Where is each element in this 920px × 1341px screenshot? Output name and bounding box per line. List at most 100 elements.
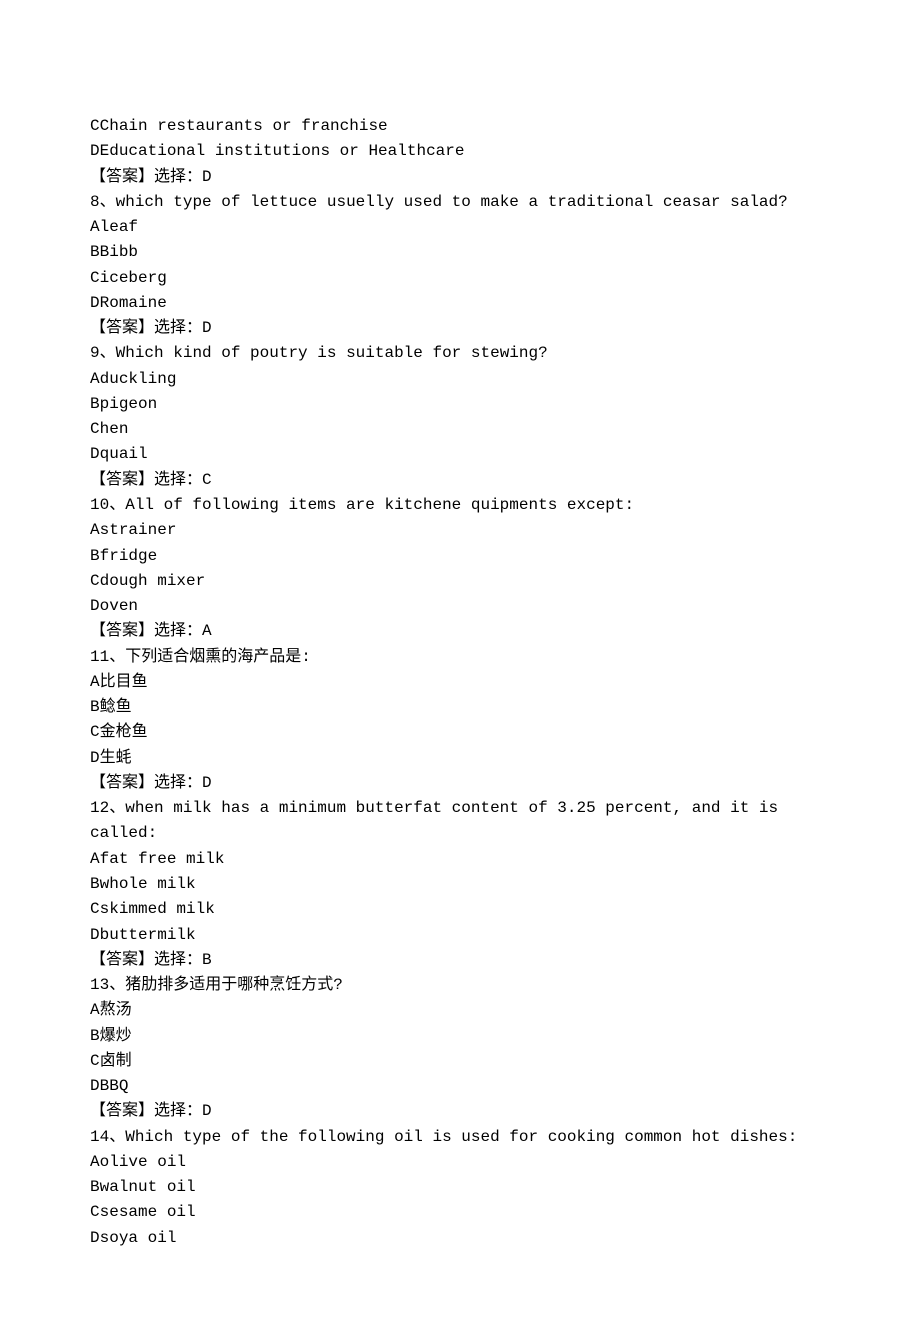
answer-value: B	[202, 951, 212, 969]
answer-value: D	[202, 1102, 212, 1120]
option-letter: A	[90, 850, 100, 868]
option-text: duckling	[100, 370, 177, 388]
question-text: 猪肋排多适用于哪种烹饪方式?	[125, 976, 343, 994]
question-number: 11	[90, 648, 109, 666]
option-text: fat free milk	[100, 850, 225, 868]
question-separator: 、	[109, 799, 125, 817]
option-line: Bwhole milk	[90, 872, 830, 897]
option-letter: A	[90, 673, 100, 691]
option-letter: A	[90, 1153, 100, 1171]
answer-value: D	[202, 319, 212, 337]
option-text: BBQ	[100, 1077, 129, 1095]
option-text: 比目鱼	[100, 673, 148, 691]
option-line: Bwalnut oil	[90, 1175, 830, 1200]
question-number: 13	[90, 976, 109, 994]
option-text: leaf	[100, 218, 138, 236]
answer-label: 【答案】选择：	[90, 1102, 202, 1120]
option-letter: C	[90, 269, 100, 287]
option-line: B爆炒	[90, 1024, 830, 1049]
answer-value: D	[202, 168, 212, 186]
option-letter: D	[90, 597, 100, 615]
option-line: Bfridge	[90, 544, 830, 569]
question-separator: 、	[109, 496, 125, 514]
option-letter: C	[90, 572, 100, 590]
option-text: Educational institutions or Healthcare	[100, 142, 465, 160]
answer-value: D	[202, 774, 212, 792]
option-line: Afat free milk	[90, 847, 830, 872]
answer-line: 【答案】选择：C	[90, 468, 830, 493]
option-text: oven	[100, 597, 138, 615]
option-text: 卤制	[100, 1052, 132, 1070]
answer-line: 【答案】选择：D	[90, 771, 830, 796]
option-line: A比目鱼	[90, 670, 830, 695]
answer-line: 【答案】选择：A	[90, 619, 830, 644]
question-text: 下列适合烟熏的海产品是:	[125, 648, 311, 666]
option-letter: D	[90, 749, 100, 767]
option-letter: C	[90, 723, 100, 741]
option-letter: C	[90, 1052, 100, 1070]
question-separator: 、	[100, 193, 116, 211]
option-text: pigeon	[100, 395, 158, 413]
option-line: D生蚝	[90, 746, 830, 771]
option-line: A熬汤	[90, 998, 830, 1023]
question-separator: 、	[109, 976, 125, 994]
option-text: 生蚝	[100, 749, 132, 767]
document-page: CChain restaurants or franchiseDEducatio…	[0, 0, 920, 1341]
option-text: whole milk	[100, 875, 196, 893]
option-text: Bibb	[100, 243, 138, 261]
option-letter: D	[90, 445, 100, 463]
option-line: Chen	[90, 417, 830, 442]
option-letter: C	[90, 1203, 100, 1221]
option-line: Cdough mixer	[90, 569, 830, 594]
option-letter: B	[90, 243, 100, 261]
option-letter: B	[90, 1178, 100, 1196]
option-text: Romaine	[100, 294, 167, 312]
option-text: 熬汤	[100, 1001, 132, 1019]
question-separator: 、	[100, 344, 116, 362]
option-text: dough mixer	[100, 572, 206, 590]
question-text: when milk has a minimum butterfat conten…	[90, 799, 788, 842]
option-line: Aleaf	[90, 215, 830, 240]
question-stem: 13、猪肋排多适用于哪种烹饪方式?	[90, 973, 830, 998]
question-text: Which kind of poutry is suitable for ste…	[116, 344, 548, 362]
option-line: CChain restaurants or franchise	[90, 114, 830, 139]
answer-value: C	[202, 471, 212, 489]
option-line: DRomaine	[90, 291, 830, 316]
option-line: C卤制	[90, 1049, 830, 1074]
answer-label: 【答案】选择：	[90, 774, 202, 792]
option-text: iceberg	[100, 269, 167, 287]
question-number: 10	[90, 496, 109, 514]
option-line: Csesame oil	[90, 1200, 830, 1225]
option-line: Bpigeon	[90, 392, 830, 417]
option-text: fridge	[100, 547, 158, 565]
question-stem: 14、Which type of the following oil is us…	[90, 1125, 830, 1150]
option-line: B鲶鱼	[90, 695, 830, 720]
option-line: BBibb	[90, 240, 830, 265]
option-letter: B	[90, 395, 100, 413]
question-stem: 11、下列适合烟熏的海产品是:	[90, 645, 830, 670]
option-letter: C	[90, 900, 100, 918]
option-letter: A	[90, 218, 100, 236]
option-letter: D	[90, 1077, 100, 1095]
option-text: quail	[100, 445, 148, 463]
question-text: which type of lettuce usuelly used to ma…	[116, 193, 788, 211]
question-stem: 8、which type of lettuce usuelly used to …	[90, 190, 830, 215]
option-text: strainer	[100, 521, 177, 539]
question-text: All of following items are kitchene quip…	[125, 496, 634, 514]
option-line: Ciceberg	[90, 266, 830, 291]
option-letter: D	[90, 926, 100, 944]
answer-value: A	[202, 622, 212, 640]
option-text: 爆炒	[100, 1027, 132, 1045]
option-text: soya oil	[100, 1229, 177, 1247]
option-line: DBBQ	[90, 1074, 830, 1099]
option-letter: D	[90, 142, 100, 160]
option-text: Chain restaurants or franchise	[100, 117, 388, 135]
option-text: hen	[100, 420, 129, 438]
option-letter: A	[90, 370, 100, 388]
option-line: Doven	[90, 594, 830, 619]
option-line: Dsoya oil	[90, 1226, 830, 1251]
option-letter: B	[90, 875, 100, 893]
option-line: Dbuttermilk	[90, 923, 830, 948]
option-text: skimmed milk	[100, 900, 215, 918]
option-line: Aolive oil	[90, 1150, 830, 1175]
